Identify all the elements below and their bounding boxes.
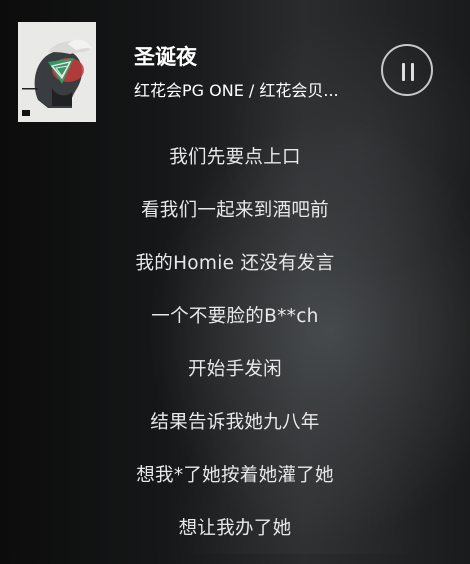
lyric-line: 开始手发闲 [187,359,282,380]
lyric-line: 想我*了她按着她灌了她 [136,465,334,486]
artist-name[interactable]: 红花会PG ONE / 红花会贝... [134,80,366,102]
lyric-line: 结果告诉我她九八年 [150,412,320,433]
pause-button[interactable] [381,44,433,96]
lyric-line: 一个不要脸的B**ch [151,306,319,327]
lyrics-player: 圣诞夜 红花会PG ONE / 红花会贝... 我们先要点上口 看我们一起来到酒… [0,0,470,554]
lyric-line: 想让我办了她 [178,518,292,539]
song-title: 圣诞夜 [134,45,197,69]
now-playing-header: 圣诞夜 红花会PG ONE / 红花会贝... [0,0,470,130]
album-cover[interactable] [18,22,96,122]
pause-icon [402,63,405,81]
pause-icon-bar [411,63,414,81]
lyric-line: 我的Homie 还没有发言 [135,253,335,274]
lyric-line: 我们先要点上口 [169,147,301,168]
lyrics-list: 我们先要点上口 看我们一起来到酒吧前 我的Homie 还没有发言 一个不要脸的B… [0,140,470,564]
album-cover-icon [18,22,96,122]
lyric-line: 看我们一起来到酒吧前 [140,200,329,221]
